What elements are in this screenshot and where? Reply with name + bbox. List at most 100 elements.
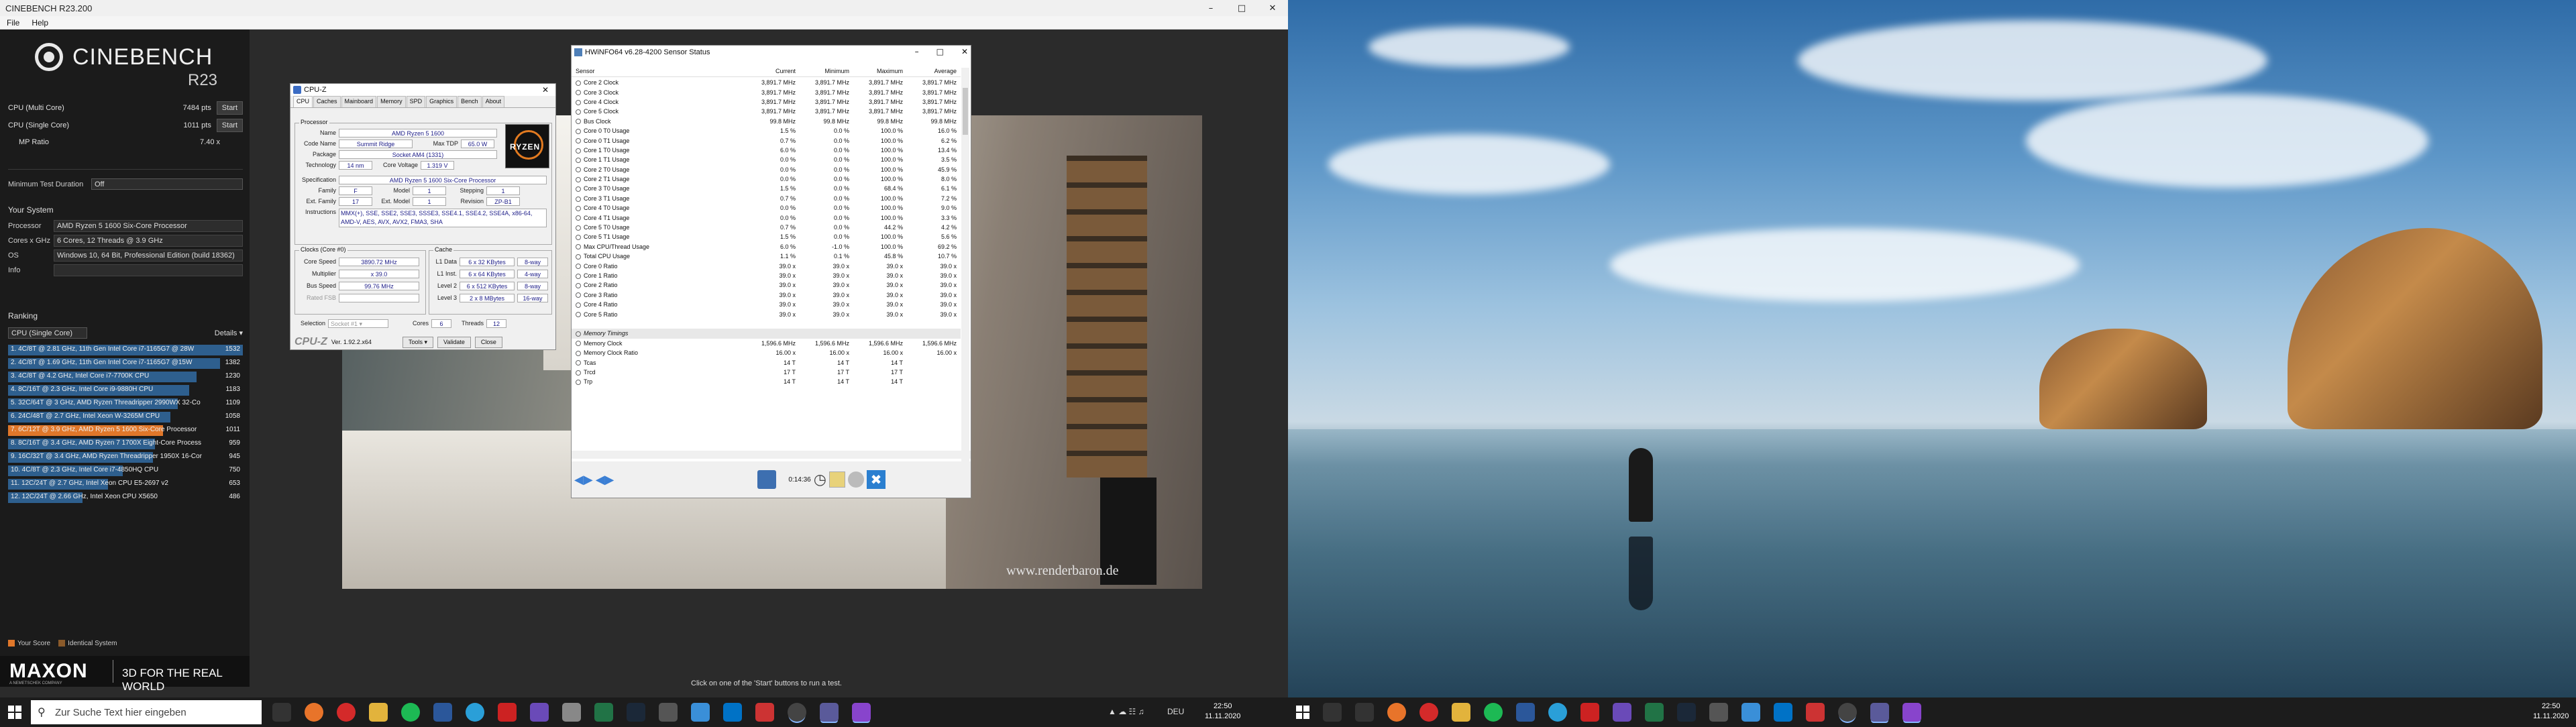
cpuz-titlebar[interactable]: CPU-Z ✕ — [290, 84, 555, 96]
app-icon[interactable] — [1709, 703, 1728, 722]
sensor-row[interactable]: Core 0 Ratio 39.0 x 39.0 x 39.0 x 39.0 x — [572, 261, 961, 270]
spotify-icon[interactable] — [1484, 703, 1503, 722]
multi-core-start-button[interactable]: Start — [216, 101, 243, 115]
ranking-item[interactable]: 9. 16C/32T @ 3.4 GHz, AMD Ryzen Threadri… — [8, 451, 243, 464]
app-icon[interactable] — [755, 703, 774, 722]
task-view-icon[interactable] — [1355, 703, 1374, 722]
socket-select[interactable]: Socket #1 ▾ — [328, 319, 388, 328]
app-icon[interactable] — [562, 703, 581, 722]
cinebench-task-icon[interactable] — [788, 703, 806, 722]
tools-button[interactable]: Tools ▾ — [402, 336, 433, 348]
validate-button[interactable]: Validate — [437, 336, 471, 348]
word-icon[interactable] — [433, 703, 452, 722]
minimize-button[interactable]: – — [915, 47, 919, 56]
sensor-row[interactable]: Core 1 T0 Usage 6.0 % 0.0 % 100.0 % 13.4 % — [572, 146, 961, 155]
firefox-icon[interactable] — [1387, 703, 1406, 722]
taskbar-search[interactable]: ⚲ Zur Suche Text hier eingeben — [31, 700, 262, 724]
hwinfo-titlebar[interactable]: HWiNFO64 v6.28-4200 Sensor Status – □ ✕ — [572, 46, 971, 59]
cinebench-task-icon[interactable] — [1838, 703, 1857, 722]
sensor-row[interactable]: Core 5 T0 Usage 0.7 % 0.0 % 44.2 % 4.2 % — [572, 223, 961, 232]
cpuz-task-icon[interactable] — [820, 703, 839, 722]
app-icon[interactable] — [691, 703, 710, 722]
maximize-button[interactable]: □ — [936, 47, 944, 56]
opera-icon[interactable] — [337, 703, 356, 722]
system-tray[interactable]: ▲ ☁ ☷ ♫ — [1108, 707, 1144, 716]
outlook-icon[interactable] — [1774, 703, 1792, 722]
ranking-item[interactable]: 2. 4C/8T @ 1.69 GHz, 11th Gen Intel Core… — [8, 357, 243, 370]
tab-mainboard[interactable]: Mainboard — [341, 96, 377, 107]
sensor-row[interactable]: Bus Clock 99.8 MHz 99.8 MHz 99.8 MHz 99.8 MH… — [572, 117, 961, 126]
sensor-row[interactable]: Core 0 T0 Usage 1.5 % 0.0 % 100.0 % 16.0 % — [572, 126, 961, 135]
word-icon[interactable] — [1516, 703, 1535, 722]
horizontal-scrollbar[interactable] — [572, 451, 971, 459]
sensor-row[interactable]: Core 3 T0 Usage 1.5 % 0.0 % 68.4 % 6.1 % — [572, 184, 961, 193]
sensor-row[interactable] — [572, 319, 961, 329]
tab-caches[interactable]: Caches — [313, 96, 341, 107]
hwinfo-task-icon[interactable] — [852, 703, 871, 722]
file-explorer-icon[interactable] — [1452, 703, 1470, 722]
ranking-item[interactable]: 6. 24C/48T @ 2.7 GHz, Intel Xeon W-3265M… — [8, 410, 243, 424]
scroll-thumb[interactable] — [963, 88, 968, 135]
excel-icon[interactable] — [594, 703, 613, 722]
tool-icon[interactable] — [498, 703, 517, 722]
tab-spd[interactable]: SPD — [406, 96, 426, 107]
outlook-icon[interactable] — [723, 703, 742, 722]
sensor-row[interactable]: Memory Clock 1,596.6 MHz 1,596.6 MHz 1,596.… — [572, 339, 961, 348]
sensor-row[interactable]: Core 1 T1 Usage 0.0 % 0.0 % 100.0 % 3.5 % — [572, 155, 961, 164]
sensor-row[interactable]: Memory Timings — [572, 329, 961, 339]
ranking-item[interactable]: 7. 6C/12T @ 3.9 GHz, AMD Ryzen 5 1600 Si… — [8, 424, 243, 437]
arrows-right-icon[interactable]: ◀▶ — [596, 473, 614, 487]
sensor-row[interactable]: Trp 14 T 14 T 14 T — [572, 377, 961, 386]
ranking-select[interactable]: CPU (Single Core) — [8, 327, 87, 339]
excel-icon[interactable] — [1645, 703, 1664, 722]
sensor-row[interactable]: Core 3 Clock 3,891.7 MHz 3,891.7 MHz 3,891.… — [572, 87, 961, 97]
arrows-left-icon[interactable]: ◀▶ — [574, 473, 593, 487]
sensor-row[interactable]: Core 2 T0 Usage 0.0 % 0.0 % 100.0 % 45.9 % — [572, 165, 961, 174]
file-explorer-icon[interactable] — [369, 703, 388, 722]
taskbar-clock[interactable]: 22:50 11.11.2020 — [1205, 702, 1240, 722]
sensor-row[interactable]: Core 5 T1 Usage 1.5 % 0.0 % 100.0 % 5.6 % — [572, 232, 961, 241]
search-icon[interactable] — [1323, 703, 1342, 722]
steam-icon[interactable] — [1677, 703, 1696, 722]
tab-graphics[interactable]: Graphics — [426, 96, 458, 107]
sensor-row[interactable]: Core 4 T0 Usage 0.0 % 0.0 % 100.0 % 9.0 % — [572, 203, 961, 213]
task-view-icon[interactable] — [272, 703, 291, 722]
sensor-row[interactable]: Trcd 17 T 17 T 17 T — [572, 368, 961, 377]
sensor-row[interactable]: Core 2 Ratio 39.0 x 39.0 x 39.0 x 39.0 x — [572, 280, 961, 290]
ranking-item[interactable]: 12. 12C/24T @ 2.66 GHz, Intel Xeon CPU X… — [8, 491, 243, 504]
menu-help[interactable]: Help — [32, 18, 48, 27]
tool-icon[interactable] — [1580, 703, 1599, 722]
tab-bench[interactable]: Bench — [458, 96, 482, 107]
maximize-button[interactable]: □ — [1226, 0, 1257, 16]
spotify-icon[interactable] — [401, 703, 420, 722]
column-header-sensor[interactable]: Sensor — [572, 68, 745, 76]
close-icon[interactable]: ✕ — [542, 85, 549, 95]
edge-icon[interactable] — [1548, 703, 1567, 722]
sensor-row[interactable]: Core 2 T1 Usage 0.0 % 0.0 % 100.0 % 8.0 % — [572, 174, 961, 184]
firefox-icon[interactable] — [305, 703, 323, 722]
min-test-select[interactable]: Off — [91, 178, 243, 190]
close-icon[interactable]: ✖ — [866, 470, 885, 489]
windows-start-icon[interactable] — [8, 706, 21, 719]
log-icon[interactable] — [828, 471, 845, 488]
vertical-scrollbar[interactable] — [961, 68, 969, 489]
sensor-row[interactable]: Max CPU/Thread Usage 6.0 % -1.0 % 100.0 % 69… — [572, 242, 961, 251]
sensor-row[interactable]: Core 4 Ratio 39.0 x 39.0 x 39.0 x 39.0 x — [572, 300, 961, 309]
opera-icon[interactable] — [1419, 703, 1438, 722]
ranking-item[interactable]: 8. 8C/16T @ 3.4 GHz, AMD Ryzen 7 1700X E… — [8, 437, 243, 451]
clock-icon[interactable]: ◷ — [814, 471, 826, 488]
edge-icon[interactable] — [466, 703, 484, 722]
sensor-row[interactable]: Core 4 Clock 3,891.7 MHz 3,891.7 MHz 3,891.… — [572, 97, 961, 107]
windows-start-icon[interactable] — [1296, 706, 1309, 719]
settings-icon[interactable] — [847, 471, 864, 488]
sensor-row[interactable]: Core 1 Ratio 39.0 x 39.0 x 39.0 x 39.0 x — [572, 271, 961, 280]
ranking-item[interactable]: 5. 32C/64T @ 3 GHz, AMD Ryzen Threadripp… — [8, 397, 243, 410]
sensor-row[interactable]: Memory Clock Ratio 16.00 x 16.00 x 16.00 x 1… — [572, 348, 961, 357]
sensor-row[interactable]: Core 0 T1 Usage 0.7 % 0.0 % 100.0 % 6.2 % — [572, 135, 961, 145]
cpuz-task-icon[interactable] — [1870, 703, 1889, 722]
tab-memory[interactable]: Memory — [377, 96, 406, 107]
hwinfo-task-icon[interactable] — [1902, 703, 1921, 722]
sensor-row[interactable]: Core 5 Ratio 39.0 x 39.0 x 39.0 x 39.0 x — [572, 309, 961, 319]
app-icon[interactable] — [1613, 703, 1631, 722]
minimize-button[interactable]: – — [1195, 0, 1226, 16]
